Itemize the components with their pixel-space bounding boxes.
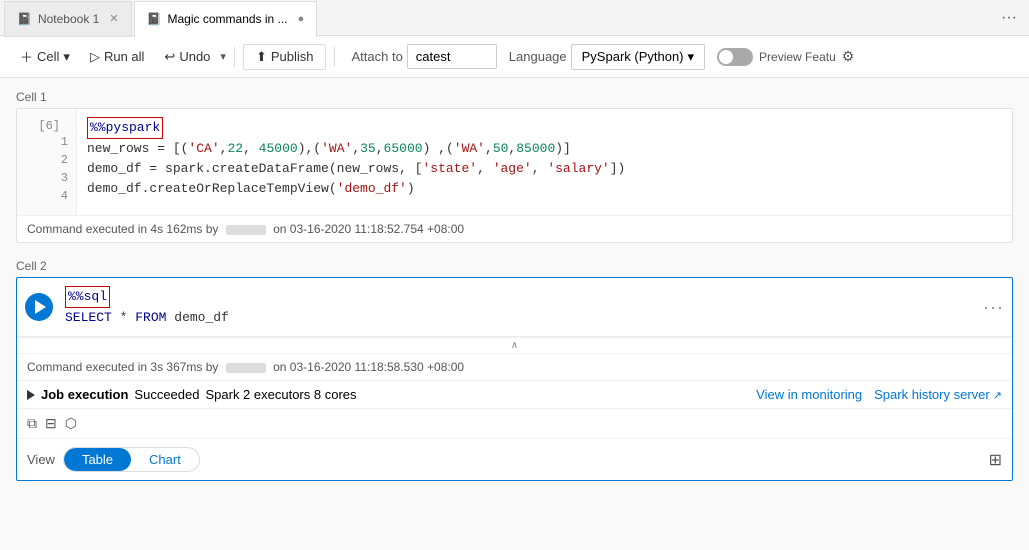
toolbar: ＋ Cell ▾ ▷ Run all ↩ Undo ▾ ⬆ Publish At… bbox=[0, 36, 1029, 78]
language-button[interactable]: PySpark (Python) ▾ bbox=[571, 44, 705, 70]
run-all-button[interactable]: ▷ Run all bbox=[82, 44, 152, 70]
cell1-line4: 4 bbox=[61, 189, 68, 203]
undo-button[interactable]: ↩ Undo bbox=[156, 44, 218, 70]
tab-notebook1-label: Notebook 1 bbox=[38, 12, 99, 26]
job-bar: Job execution Succeeded Spark 2 executor… bbox=[17, 380, 1012, 408]
preview-toggle[interactable] bbox=[717, 48, 753, 66]
tab-notebook1[interactable]: 📓 Notebook 1 ✕ bbox=[4, 1, 132, 37]
view-label: View bbox=[27, 452, 55, 467]
language-value: PySpark (Python) bbox=[582, 49, 684, 64]
publish-button[interactable]: ⬆ Publish bbox=[243, 44, 327, 70]
cell-dropdown-icon: ▾ bbox=[63, 49, 70, 65]
cell2: %%sql SELECT * FROM demo_df ··· ∧ Comman… bbox=[16, 277, 1013, 481]
tab-magic-commands-label: Magic commands in ... bbox=[168, 12, 288, 26]
undo-label: Undo bbox=[179, 49, 210, 64]
copy-icon[interactable]: ⧉ bbox=[27, 415, 37, 432]
magic-notebook-icon: 📓 bbox=[147, 12, 162, 26]
filter-icon[interactable]: ⊟ bbox=[45, 415, 57, 432]
clear-icon[interactable]: ⬡ bbox=[65, 415, 77, 432]
cell1-exec-info: Command executed in 4s 162ms by on 03-16… bbox=[17, 215, 1012, 242]
cell2-line1-code: %%sql bbox=[65, 286, 971, 308]
toggle-knob bbox=[719, 50, 733, 64]
magic-pyspark: %%pyspark bbox=[90, 120, 160, 135]
tab-more-button[interactable]: ··· bbox=[993, 0, 1025, 36]
tab-magic-close[interactable]: ● bbox=[298, 13, 305, 25]
cell-actions-bar: ⧉ ⊟ ⬡ bbox=[17, 408, 1012, 438]
cell1-gutter: [6] 1 2 3 4 bbox=[17, 109, 77, 215]
view-tab-table[interactable]: Table bbox=[64, 448, 131, 471]
cell1-execution-num: [6] bbox=[30, 117, 68, 135]
cell1-line3: 3 bbox=[61, 171, 68, 185]
preview-label: Preview Featu bbox=[759, 50, 836, 64]
run-all-icon: ▷ bbox=[90, 49, 100, 65]
view-tabs: Table Chart bbox=[63, 447, 200, 472]
spark-info: Spark 2 executors 8 cores bbox=[205, 387, 356, 402]
view-tab-chart[interactable]: Chart bbox=[131, 448, 199, 471]
toolbar-divider-1 bbox=[234, 47, 235, 67]
attach-label: Attach to bbox=[351, 49, 402, 64]
tab-bar: 📓 Notebook 1 ✕ 📓 Magic commands in ... ●… bbox=[0, 0, 1029, 36]
run-all-label: Run all bbox=[104, 49, 144, 64]
cell1-label: Cell 1 bbox=[16, 90, 1013, 104]
plus-icon: ＋ bbox=[20, 47, 33, 66]
run-icon bbox=[35, 300, 46, 314]
grid-view-icon[interactable]: ⊞ bbox=[989, 452, 1002, 469]
cell1: [6] 1 2 3 4 %%pyspark new_rows = [('CA',… bbox=[16, 108, 1013, 243]
publish-icon: ⬆ bbox=[256, 49, 267, 65]
publish-label: Publish bbox=[271, 49, 314, 64]
language-label: Language bbox=[509, 49, 567, 64]
notebook-area: Cell 1 [6] 1 2 3 4 %%pyspark new_rows = … bbox=[0, 78, 1029, 550]
cell2-exec-info: Command executed in 3s 367ms by on 03-16… bbox=[17, 353, 1012, 380]
add-cell-button[interactable]: ＋ Cell ▾ bbox=[12, 42, 78, 71]
notebook-icon: 📓 bbox=[17, 12, 32, 26]
collapse-button[interactable]: ∧ bbox=[17, 337, 1012, 353]
attach-to-select[interactable]: catest bbox=[407, 44, 497, 69]
job-status: Succeeded bbox=[134, 387, 199, 402]
view-right: ⊞ bbox=[989, 450, 1002, 470]
cell1-line1-code: %%pyspark bbox=[87, 117, 1002, 139]
lang-chevron-icon: ▾ bbox=[688, 49, 695, 65]
preview-toggle-area: Preview Featu ⚙ bbox=[717, 48, 854, 66]
job-label: Job execution bbox=[41, 387, 128, 402]
cell2-run-button[interactable] bbox=[25, 293, 53, 321]
tab-magic-commands[interactable]: 📓 Magic commands in ... ● bbox=[134, 1, 318, 37]
job-play-icon bbox=[27, 390, 35, 400]
cell2-more-button[interactable]: ··· bbox=[983, 297, 1004, 318]
toolbar-divider-2 bbox=[334, 47, 335, 67]
undo-icon: ↩ bbox=[164, 49, 175, 65]
cell1-body: [6] 1 2 3 4 %%pyspark new_rows = [('CA',… bbox=[17, 109, 1012, 215]
cell1-line2: 2 bbox=[61, 153, 68, 167]
cell1-line4-code: demo_df.createOrReplaceTempView('demo_df… bbox=[87, 179, 1002, 199]
cell1-line3-code: demo_df = spark.createDataFrame(new_rows… bbox=[87, 159, 1002, 179]
cell-button-label: Cell bbox=[37, 49, 59, 64]
cell1-line1: 1 bbox=[61, 135, 68, 149]
view-monitoring-link[interactable]: View in monitoring bbox=[756, 387, 862, 402]
preview-settings-icon[interactable]: ⚙ bbox=[842, 48, 855, 65]
spark-history-link[interactable]: Spark history server bbox=[874, 387, 1002, 402]
cell2-line2-code: SELECT * FROM demo_df bbox=[65, 308, 971, 328]
view-row: View Table Chart ⊞ bbox=[17, 438, 1012, 480]
dropdown-arrow[interactable]: ▾ bbox=[220, 50, 226, 63]
cell1-content: %%pyspark new_rows = [('CA',22, 45000),(… bbox=[77, 109, 1012, 215]
job-links: View in monitoring Spark history server bbox=[756, 387, 1002, 402]
magic-sql: %%sql bbox=[68, 289, 107, 304]
cell2-label: Cell 2 bbox=[16, 259, 1013, 273]
tab-notebook1-close[interactable]: ✕ bbox=[109, 12, 118, 25]
cell2-content: %%sql SELECT * FROM demo_df bbox=[61, 282, 975, 332]
cell2-header: %%sql SELECT * FROM demo_df ··· bbox=[17, 278, 1012, 337]
cell1-line2-code: new_rows = [('CA',22, 45000),('WA',35,65… bbox=[87, 139, 1002, 159]
